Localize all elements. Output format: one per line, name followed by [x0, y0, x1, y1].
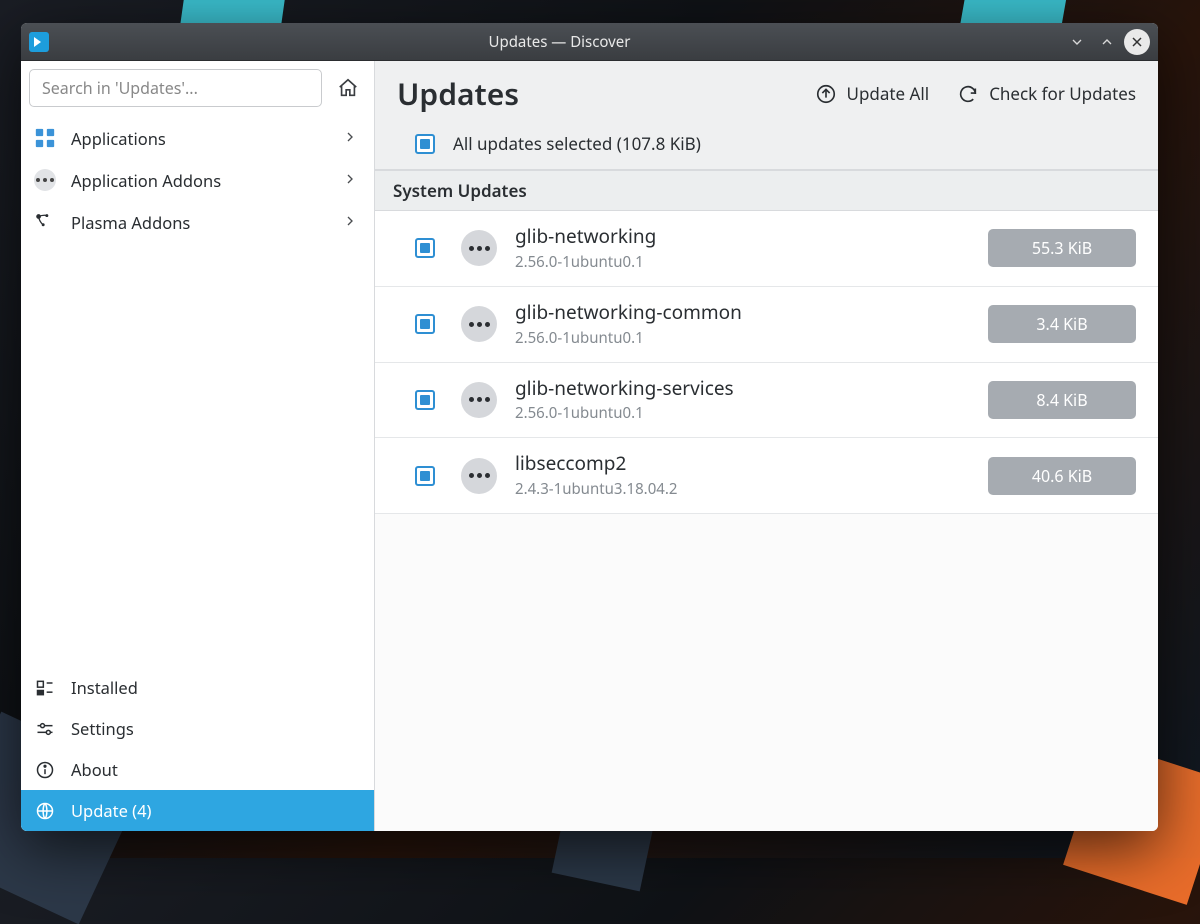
package-row[interactable]: libseccomp2 2.4.3-1ubuntu3.18.04.2 40.6 …	[375, 438, 1158, 514]
package-size-badge[interactable]: 40.6 KiB	[988, 457, 1136, 495]
close-button[interactable]	[1124, 29, 1150, 55]
window-title: Updates — Discover	[59, 32, 1060, 52]
info-icon	[33, 758, 57, 782]
package-icon	[461, 230, 497, 266]
package-version: 2.4.3-1ubuntu3.18.04.2	[515, 479, 988, 499]
nav-installed[interactable]: Installed	[21, 667, 374, 708]
nav-label: Settings	[71, 717, 358, 740]
package-version: 2.56.0-1ubuntu0.1	[515, 252, 988, 272]
package-version: 2.56.0-1ubuntu0.1	[515, 403, 988, 423]
update-all-button[interactable]: Update All	[815, 82, 930, 105]
package-size-badge[interactable]: 8.4 KiB	[988, 381, 1136, 419]
refresh-icon	[957, 83, 979, 105]
check-updates-button[interactable]: Check for Updates	[957, 82, 1136, 105]
category-label: Applications	[71, 127, 342, 150]
chevron-right-icon	[342, 127, 358, 150]
plasma-icon	[33, 210, 57, 234]
minimize-button[interactable]	[1064, 29, 1090, 55]
package-size-badge[interactable]: 55.3 KiB	[988, 229, 1136, 267]
search-placeholder: Search in 'Updates'...	[42, 77, 198, 99]
category-label: Application Addons	[71, 169, 342, 192]
package-name: glib-networking	[515, 225, 988, 248]
section-title: System Updates	[375, 170, 1158, 211]
chevron-right-icon	[342, 169, 358, 192]
page-title: Updates	[397, 73, 519, 114]
package-name: glib-networking-common	[515, 301, 988, 324]
home-icon	[337, 77, 359, 99]
installed-icon	[33, 676, 57, 700]
package-icon	[461, 458, 497, 494]
nav-about[interactable]: About	[21, 749, 374, 790]
package-list: glib-networking 2.56.0-1ubuntu0.1 55.3 K…	[375, 211, 1158, 514]
package-name: libseccomp2	[515, 452, 988, 475]
app-icon	[29, 32, 49, 52]
globe-update-icon	[33, 799, 57, 823]
category-plasma-addons[interactable]: Plasma Addons	[21, 201, 374, 243]
sidebar-bottom-list: Installed Settings About	[21, 667, 374, 831]
package-row[interactable]: glib-networking 2.56.0-1ubuntu0.1 55.3 K…	[375, 211, 1158, 287]
home-button[interactable]	[332, 72, 364, 104]
settings-slider-icon	[33, 717, 57, 741]
nav-settings[interactable]: Settings	[21, 708, 374, 749]
package-icon	[461, 306, 497, 342]
check-updates-label: Check for Updates	[989, 82, 1136, 105]
grid-icon	[33, 126, 57, 150]
package-name: glib-networking-services	[515, 377, 988, 400]
content-header: Updates Update All Check for Updates All…	[375, 61, 1158, 170]
category-label: Plasma Addons	[71, 211, 342, 234]
package-row[interactable]: glib-networking-common 2.56.0-1ubuntu0.1…	[375, 287, 1158, 363]
category-applications[interactable]: Applications	[21, 117, 374, 159]
package-version: 2.56.0-1ubuntu0.1	[515, 328, 988, 348]
nav-label: Update (4)	[71, 799, 358, 822]
package-row[interactable]: glib-networking-services 2.56.0-1ubuntu0…	[375, 363, 1158, 439]
nav-update[interactable]: Update (4)	[21, 790, 374, 831]
nav-label: About	[71, 758, 358, 781]
package-size-badge[interactable]: 3.4 KiB	[988, 305, 1136, 343]
update-all-label: Update All	[847, 82, 930, 105]
search-input[interactable]: Search in 'Updates'...	[29, 69, 322, 107]
select-all-checkbox[interactable]	[415, 134, 435, 154]
discover-window: Updates — Discover Search in 'Updates'..…	[21, 23, 1158, 831]
chevron-right-icon	[342, 211, 358, 234]
maximize-button[interactable]	[1094, 29, 1120, 55]
category-application-addons[interactable]: Application Addons	[21, 159, 374, 201]
package-checkbox[interactable]	[415, 238, 435, 258]
ellipsis-icon	[33, 168, 57, 192]
titlebar: Updates — Discover	[21, 23, 1158, 61]
package-checkbox[interactable]	[415, 390, 435, 410]
category-list: Applications Application Addons Plasma A…	[21, 115, 374, 245]
upload-icon	[815, 83, 837, 105]
package-checkbox[interactable]	[415, 314, 435, 334]
package-checkbox[interactable]	[415, 466, 435, 486]
nav-label: Installed	[71, 676, 358, 699]
sidebar: Search in 'Updates'... Applications	[21, 61, 375, 831]
selection-summary: All updates selected (107.8 KiB)	[453, 132, 701, 155]
content-area: Updates Update All Check for Updates All…	[375, 61, 1158, 831]
package-icon	[461, 382, 497, 418]
